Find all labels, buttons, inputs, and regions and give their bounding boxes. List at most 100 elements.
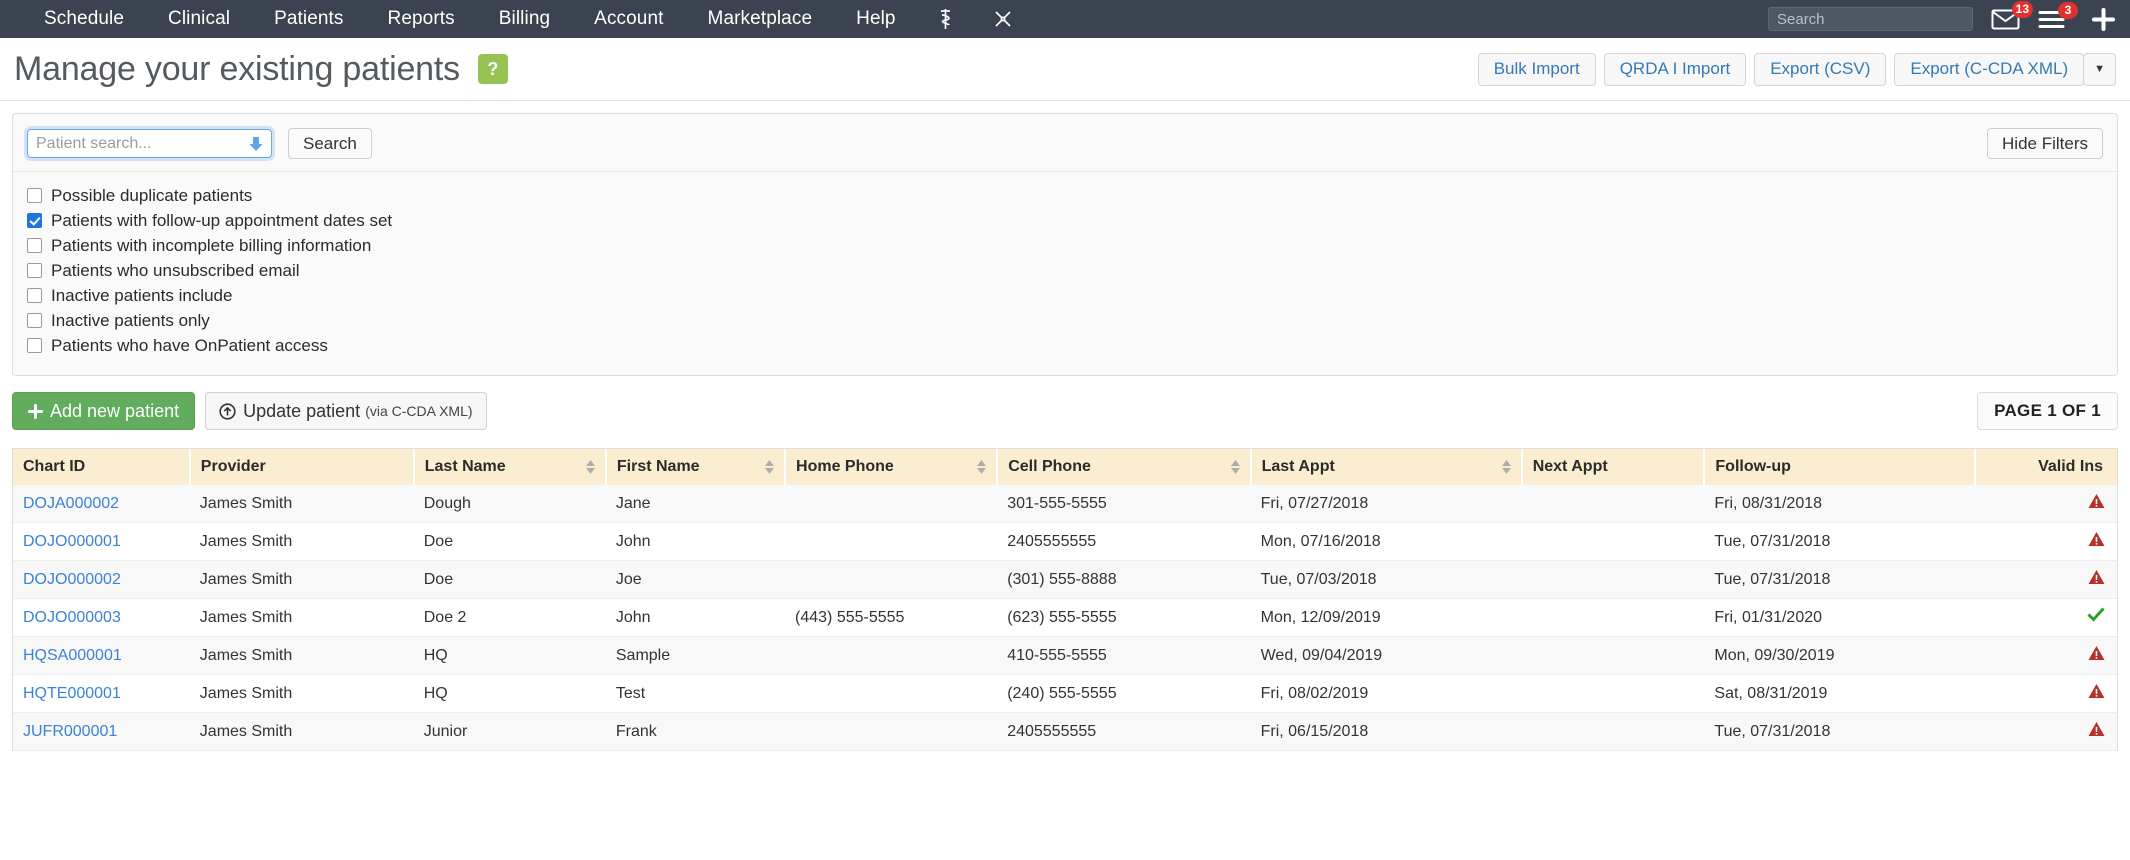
nav-link-marketplace[interactable]: Marketplace — [686, 0, 835, 38]
cell-provider: James Smith — [189, 674, 414, 713]
filter-label[interactable]: Patients who have OnPatient access — [51, 336, 328, 356]
sort-icon[interactable] — [585, 460, 595, 474]
page-indicator[interactable]: PAGE 1 OF 1 — [1977, 392, 2118, 430]
column-header-label: Chart ID — [23, 458, 86, 475]
cell-chart-id[interactable]: DOJO000002 — [13, 560, 190, 599]
filter-checkbox[interactable] — [27, 188, 42, 203]
column-header-last-appt[interactable]: Last Appt — [1250, 449, 1523, 485]
sort-icon[interactable] — [765, 460, 775, 474]
chart-id-link[interactable]: DOJO000002 — [23, 571, 121, 588]
table-row[interactable]: DOJO000002 James Smith Doe Joe (301) 555-888… — [13, 560, 2117, 599]
add-new-icon[interactable] — [2091, 7, 2116, 32]
scissors-icon[interactable] — [973, 9, 1033, 29]
nav-link-patients[interactable]: Patients — [252, 0, 365, 38]
check-icon — [2087, 607, 2105, 622]
cell-last-name: Junior — [413, 712, 606, 751]
messages-button[interactable]: 13 — [1991, 0, 2033, 31]
cell-chart-id[interactable]: JUFR000001 — [13, 712, 190, 751]
cell-next-appt — [1521, 522, 1705, 561]
table-row[interactable]: HQTE000001 James Smith HQ Test (240) 555-555… — [13, 674, 2117, 713]
cell-last-appt: Tue, 07/03/2018 — [1250, 560, 1522, 599]
table-body: DOJA000002 James Smith Dough Jane 301-555-55… — [13, 485, 2117, 751]
chart-id-link[interactable]: DOJO000003 — [23, 609, 121, 626]
sort-icon[interactable] — [977, 460, 987, 474]
global-search-input[interactable] — [1768, 7, 1973, 31]
cell-follow-up: Fri, 08/31/2018 — [1704, 485, 1976, 523]
update-patient-suffix: (via C-CDA XML) — [365, 403, 473, 419]
cell-first-name: Sample — [605, 636, 786, 675]
cell-chart-id[interactable]: DOJA000002 — [13, 485, 190, 523]
column-header-next-appt[interactable]: Next Appt — [1521, 449, 1706, 485]
cell-chart-id[interactable]: DOJO000001 — [13, 522, 190, 561]
nav-links: Schedule Clinical Patients Reports Billing Ac… — [22, 0, 918, 38]
filter-checkbox[interactable] — [27, 313, 42, 328]
search-button[interactable]: Search — [288, 128, 372, 159]
chart-id-link[interactable]: HQTE000001 — [23, 685, 121, 702]
sort-icon[interactable] — [1501, 460, 1511, 474]
cell-provider: James Smith — [189, 636, 414, 675]
nav-link-billing[interactable]: Billing — [477, 0, 572, 38]
table-row[interactable]: DOJO000003 James Smith Doe 2 John (443) 555-… — [13, 598, 2117, 637]
filter-label[interactable]: Inactive patients include — [51, 286, 232, 306]
nav-link-schedule[interactable]: Schedule — [22, 0, 146, 38]
chart-id-link[interactable]: JUFR000001 — [23, 723, 117, 740]
help-icon[interactable]: ? — [477, 54, 508, 84]
qrda-i-import-button[interactable]: QRDA I Import — [1603, 52, 1747, 86]
update-patient-button[interactable]: Update patient (via C-CDA XML) — [205, 392, 487, 430]
column-header-valid-ins[interactable]: Valid Ins — [1975, 449, 2117, 485]
filter-row[interactable]: Patients with follow-up appointment date… — [27, 209, 2103, 232]
column-header-provider[interactable]: Provider — [189, 449, 415, 485]
cell-chart-id[interactable]: HQTE000001 — [13, 674, 190, 713]
nav-link-help[interactable]: Help — [834, 0, 917, 38]
filter-label[interactable]: Possible duplicate patients — [51, 186, 252, 206]
table-row[interactable]: DOJO000001 James Smith Doe John 2405555555 Mo… — [13, 522, 2117, 561]
nav-link-clinical[interactable]: Clinical — [146, 0, 252, 38]
filter-checkbox[interactable] — [27, 213, 42, 228]
filter-label[interactable]: Patients with follow-up appointment date… — [51, 211, 392, 231]
cell-cell-phone: (240) 555-5555 — [997, 674, 1251, 713]
filter-checkbox[interactable] — [27, 288, 42, 303]
nav-link-reports[interactable]: Reports — [366, 0, 477, 38]
caduceus-icon[interactable] — [918, 7, 973, 31]
filter-checkbox[interactable] — [27, 263, 42, 278]
menu-button[interactable]: 3 — [2038, 1, 2078, 30]
add-new-patient-button[interactable]: Add new patient — [12, 392, 196, 430]
filter-row[interactable]: Inactive patients include — [27, 284, 2103, 307]
sort-icon[interactable] — [1230, 460, 1240, 474]
column-header-chart-id[interactable]: Chart ID — [13, 449, 191, 485]
column-header-home-phone[interactable]: Home Phone — [785, 449, 999, 485]
patient-search-input[interactable] — [27, 129, 272, 158]
filter-row[interactable]: Possible duplicate patients — [27, 184, 2103, 207]
chart-id-link[interactable]: HQSA000001 — [23, 647, 122, 664]
table-row[interactable]: JUFR000001 James Smith Junior Frank 24055555… — [13, 712, 2117, 751]
filter-row[interactable]: Patients who have OnPatient access — [27, 334, 2103, 357]
cell-provider: James Smith — [189, 560, 414, 599]
column-header-first-name[interactable]: First Name — [605, 449, 787, 485]
filter-row[interactable]: Patients who unsubscribed email — [27, 259, 2103, 282]
cell-first-name: John — [605, 598, 786, 637]
column-header-label: Last Appt — [1261, 458, 1335, 475]
cell-chart-id[interactable]: HQSA000001 — [13, 636, 190, 675]
chart-id-link[interactable]: DOJA000002 — [23, 495, 119, 512]
filter-checkbox[interactable] — [27, 338, 42, 353]
export-dropdown-caret[interactable]: ▼ — [2083, 52, 2116, 86]
bulk-import-button[interactable]: Bulk Import — [1477, 52, 1596, 86]
cell-home-phone — [785, 522, 998, 561]
filter-label[interactable]: Inactive patients only — [51, 311, 210, 331]
export-c-cda-xml-button[interactable]: Export (C-CDA XML) — [1894, 52, 2085, 86]
filter-label[interactable]: Patients who unsubscribed email — [51, 261, 300, 281]
table-row[interactable]: DOJA000002 James Smith Dough Jane 301-555-55… — [13, 485, 2117, 523]
column-header-cell-phone[interactable]: Cell Phone — [997, 449, 1252, 485]
filter-label[interactable]: Patients with incomplete billing informa… — [51, 236, 371, 256]
cell-chart-id[interactable]: DOJO000003 — [13, 598, 190, 637]
filter-row[interactable]: Patients with incomplete billing informa… — [27, 234, 2103, 257]
chart-id-link[interactable]: DOJO000001 — [23, 533, 121, 550]
table-row[interactable]: HQSA000001 James Smith HQ Sample 410-555-555… — [13, 636, 2117, 675]
column-header-follow-up[interactable]: Follow-up — [1704, 449, 1977, 485]
filter-row[interactable]: Inactive patients only — [27, 309, 2103, 332]
column-header-last-name[interactable]: Last Name — [413, 449, 607, 485]
nav-link-account[interactable]: Account — [572, 0, 685, 38]
filter-checkbox[interactable] — [27, 238, 42, 253]
hide-filters-button[interactable]: Hide Filters — [1987, 128, 2103, 159]
export-csv-button[interactable]: Export (CSV) — [1754, 52, 1887, 86]
